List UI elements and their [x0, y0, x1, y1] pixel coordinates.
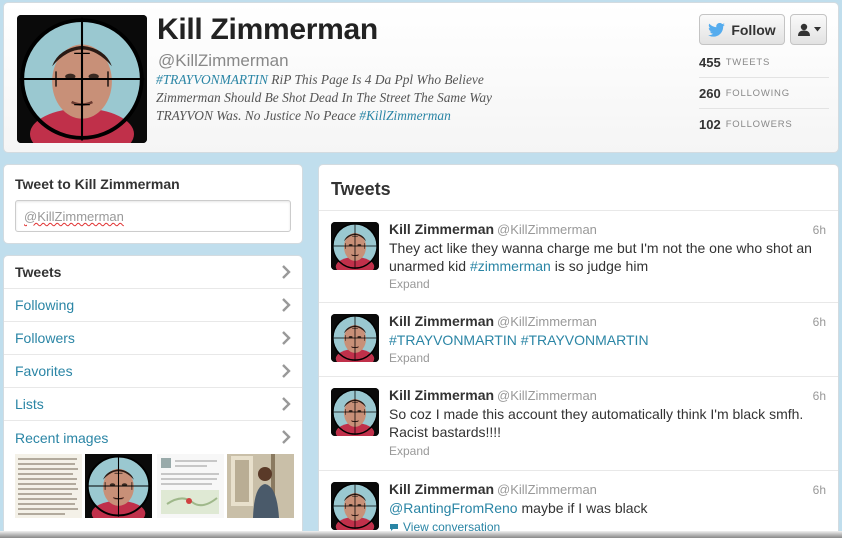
tweets-stream: Tweets Kill Zimmerman @KillZimmerman 6h T… [318, 164, 839, 538]
tweet-item[interactable]: Kill Zimmerman @KillZimmerman 6h #TRAYVON… [319, 302, 838, 376]
tweet-author-handle: @KillZimmerman [497, 222, 597, 237]
recent-image-thumbnail[interactable] [85, 454, 152, 518]
chevron-right-icon [281, 430, 291, 444]
tweet-text: @RantingFromReno maybe if I was black [389, 499, 819, 517]
tweet-text: #TRAYVONMARTIN #TRAYVONMARTIN [389, 331, 819, 349]
stat-followers[interactable]: 102 FOLLOWERS [699, 109, 829, 139]
stat-followers-label: FOLLOWERS [725, 118, 793, 130]
bio-hashtag-killzimmerman[interactable]: #KillZimmerman [359, 108, 451, 123]
tweet-expand-link[interactable]: Expand [389, 351, 430, 365]
nav-item-followers[interactable]: Followers [4, 322, 302, 355]
tweet-timestamp[interactable]: 6h [813, 223, 826, 237]
tweet-item[interactable]: Kill Zimmerman @KillZimmerman 6h They act… [319, 210, 838, 302]
tweet-text: So coz I made this account they automati… [389, 406, 804, 440]
profile-avatar[interactable] [17, 15, 147, 143]
tweet-timestamp[interactable]: 6h [813, 315, 826, 329]
nav-item-favorites[interactable]: Favorites [4, 355, 302, 388]
follow-label: Follow [731, 21, 776, 38]
tweet-avatar[interactable] [331, 222, 379, 270]
tweet-author-handle: @KillZimmerman [497, 314, 597, 329]
caret-down-icon [813, 27, 821, 32]
profile-bio: #TRAYVONMARTIN RiP This Page Is 4 Da Ppl… [156, 71, 551, 125]
tweet-expand-link[interactable]: Expand [389, 277, 430, 291]
tweet-text-part: is so judge him [550, 258, 649, 274]
chevron-right-icon [281, 331, 291, 345]
tweet-expand-link[interactable]: Expand [389, 444, 430, 458]
nav-label-tweets: Tweets [15, 264, 62, 280]
stat-tweets-label: TWEETS [725, 57, 771, 68]
tweet-mention-link[interactable]: @RantingFromReno [389, 500, 518, 516]
profile-handle: @KillZimmerman [158, 51, 289, 70]
stat-tweets-value: 455 [699, 55, 721, 70]
tweet-timestamp[interactable]: 6h [813, 389, 826, 403]
stat-following[interactable]: 260 FOLLOWING [699, 79, 829, 109]
tweets-title: Tweets [331, 179, 391, 199]
tweet-to-title: Tweet to Kill Zimmerman [15, 176, 180, 192]
profile-name: Kill Zimmerman [157, 13, 378, 46]
chevron-right-icon [281, 298, 291, 312]
tweet-avatar[interactable] [331, 388, 379, 436]
user-actions-button[interactable] [790, 14, 827, 45]
tweet-to-box: Tweet to Kill Zimmerman @KillZimmerman [3, 164, 303, 244]
tweet-text-part: maybe if I was black [517, 500, 648, 516]
tweet-hashtag-link[interactable]: #zimmerman [470, 258, 551, 274]
nav-label-recent-images: Recent images [15, 429, 109, 446]
tweet-author-handle: @KillZimmerman [497, 388, 597, 403]
nav-label-following: Following [15, 297, 75, 313]
person-icon [797, 23, 810, 36]
tweet-author[interactable]: Kill Zimmerman @KillZimmerman [389, 221, 597, 237]
nav-item-following[interactable]: Following [4, 289, 302, 322]
nav-label-favorites: Favorites [15, 363, 73, 379]
follow-button[interactable]: Follow [699, 14, 785, 45]
nav-item-tweets[interactable]: Tweets [4, 256, 302, 289]
nav-label-followers: Followers [15, 330, 75, 346]
tweet-author-handle: @KillZimmerman [497, 482, 597, 497]
recent-image-thumbnail[interactable] [227, 454, 294, 518]
tweet-author[interactable]: Kill Zimmerman @KillZimmerman [389, 313, 597, 329]
tweet-avatar[interactable] [331, 482, 379, 530]
stat-tweets[interactable]: 455 TWEETS [699, 48, 829, 78]
recent-image-thumbnail[interactable] [15, 454, 82, 518]
stat-following-label: FOLLOWING [725, 88, 790, 99]
tweet-item[interactable]: Kill Zimmerman @KillZimmerman 6h @Ranting… [319, 470, 838, 538]
tweet-to-input-value: @KillZimmerman [24, 209, 124, 224]
stat-followers-value: 102 [699, 116, 721, 132]
chevron-right-icon [281, 397, 291, 411]
recent-image-thumbnail[interactable] [157, 454, 224, 518]
chevron-right-icon [281, 364, 291, 378]
profile-nav: Tweets Following Followers Favorites Lis… [3, 255, 303, 538]
tweet-author-name: Kill Zimmerman [389, 313, 495, 329]
tweet-author[interactable]: Kill Zimmerman @KillZimmerman [389, 387, 597, 403]
tweet-hashtag-link[interactable]: #TRAYVONMARTIN #TRAYVONMARTIN [389, 332, 649, 348]
nav-label-lists: Lists [15, 396, 44, 412]
tweet-to-input[interactable]: @KillZimmerman [15, 200, 291, 232]
profile-header: Kill Zimmerman @KillZimmerman #TRAYVONMA… [3, 2, 839, 153]
window-bottom-edge [0, 531, 842, 538]
tweet-avatar[interactable] [331, 314, 379, 362]
tweet-author[interactable]: Kill Zimmerman @KillZimmerman [389, 481, 597, 497]
tweet-author-name: Kill Zimmerman [389, 387, 495, 403]
chevron-right-icon [281, 265, 291, 279]
stat-following-value: 260 [699, 86, 721, 101]
bio-hashtag-trayvonmartin[interactable]: #TRAYVONMARTIN [156, 72, 268, 87]
twitter-bird-icon [708, 22, 726, 37]
tweet-item[interactable]: Kill Zimmerman @KillZimmerman 6h So coz I… [319, 376, 838, 470]
nav-item-recent-images[interactable]: Recent images [4, 421, 302, 454]
tweet-author-name: Kill Zimmerman [389, 481, 495, 497]
tweet-author-name: Kill Zimmerman [389, 221, 495, 237]
tweet-timestamp[interactable]: 6h [813, 483, 826, 497]
tweet-text: They act like they wanna charge me but I… [389, 239, 819, 275]
nav-item-lists[interactable]: Lists [4, 388, 302, 421]
